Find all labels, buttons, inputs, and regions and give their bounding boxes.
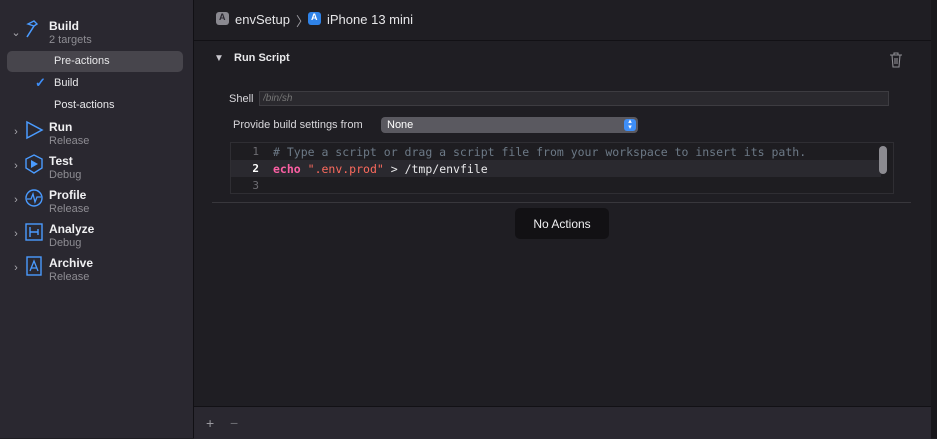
chevron-down-icon[interactable]: ▼ xyxy=(214,53,224,64)
code-rest: > /tmp/envfile xyxy=(383,162,488,176)
scheme-editor-pane: envSetup 〉 iPhone 13 mini ▼ Run Script S… xyxy=(194,0,931,439)
divider xyxy=(212,202,911,203)
bottom-toolbar: + − xyxy=(194,406,931,439)
scheme-title: Archive xyxy=(49,256,94,270)
profile-gauge-icon xyxy=(25,189,43,207)
checkmark-icon: ✓ xyxy=(35,75,46,90)
scheme-item-test[interactable]: › Test Debug xyxy=(0,154,193,188)
provide-build-settings-label: Provide build settings from xyxy=(233,119,363,131)
scheme-title: Analyze xyxy=(49,222,95,236)
chevron-right-icon[interactable]: › xyxy=(10,194,22,206)
sidebar-item-build[interactable]: ✓ Build xyxy=(7,73,183,94)
section-title: Run Script xyxy=(234,52,290,64)
line-number: 1 xyxy=(252,145,259,158)
scheme-subtitle: Release xyxy=(49,135,90,147)
scheme-subtitle: 2 targets xyxy=(49,34,92,46)
code-comment: # Type a script or drag a script file fr… xyxy=(273,145,807,159)
line-number: 2 xyxy=(252,162,259,175)
add-action-button[interactable]: + xyxy=(206,415,214,431)
scheme-subtitle: Debug xyxy=(49,237,82,249)
script-editor[interactable]: 1 # Type a script or drag a script file … xyxy=(230,142,894,194)
code-keyword: echo xyxy=(273,162,301,176)
code-line-current: 2 echo ".env.prod" > /tmp/envfile xyxy=(231,160,881,177)
shell-input[interactable] xyxy=(259,91,889,106)
scheme-title: Run xyxy=(49,120,73,134)
play-icon xyxy=(26,120,44,140)
chevron-down-icon[interactable]: ⌄ xyxy=(10,27,22,39)
remove-action-button[interactable]: − xyxy=(230,415,238,431)
scheme-item-build[interactable]: ⌄ Build 2 targets xyxy=(0,19,193,53)
code-line: 1 # Type a script or drag a script file … xyxy=(231,143,881,160)
sidebar-item-label: Pre-actions xyxy=(54,55,110,67)
trash-icon[interactable] xyxy=(889,52,903,68)
device-app-icon xyxy=(308,12,321,25)
analyze-icon xyxy=(25,223,43,241)
no-actions-label: No Actions xyxy=(515,208,609,239)
scheme-title: Profile xyxy=(49,188,87,202)
breadcrumb: envSetup 〉 iPhone 13 mini xyxy=(194,0,931,41)
editor-scrollbar[interactable] xyxy=(879,146,887,174)
scheme-item-run[interactable]: › Run Release xyxy=(0,120,193,154)
shell-label: Shell xyxy=(229,93,254,105)
breadcrumb-project[interactable]: envSetup xyxy=(235,12,290,27)
chevron-right-icon[interactable]: › xyxy=(10,126,22,138)
sidebar-item-pre-actions[interactable]: Pre-actions xyxy=(7,51,183,72)
scheme-subtitle: Release xyxy=(49,203,90,215)
scheme-item-profile[interactable]: › Profile Release xyxy=(0,188,193,222)
test-icon xyxy=(25,154,43,174)
code-string: ".env.prod" xyxy=(307,162,384,176)
sidebar-item-post-actions[interactable]: Post-actions xyxy=(7,95,183,116)
provide-build-settings-select[interactable]: None ▴ ▾ xyxy=(381,117,638,133)
code-line: 3 xyxy=(231,177,881,193)
chevron-right-icon[interactable]: › xyxy=(10,160,22,172)
code-text: echo ".env.prod" > /tmp/envfile xyxy=(273,162,488,176)
scheme-item-archive[interactable]: › Archive Release xyxy=(0,256,193,290)
no-actions-text: No Actions xyxy=(533,217,591,231)
sidebar-item-label: Post-actions xyxy=(54,99,115,111)
chevron-right-icon[interactable]: › xyxy=(10,228,22,240)
hammer-icon xyxy=(26,20,39,38)
up-down-chevron-icon: ▴ ▾ xyxy=(624,118,636,131)
window-scrollbar[interactable] xyxy=(931,0,937,438)
scheme-title: Build xyxy=(49,19,79,33)
select-value: None xyxy=(387,119,414,131)
scheme-title: Test xyxy=(49,154,73,168)
scheme-item-analyze[interactable]: › Analyze Debug xyxy=(0,222,193,256)
scheme-subtitle: Release xyxy=(49,271,90,283)
chevron-right-icon[interactable]: › xyxy=(10,262,22,274)
scheme-sidebar: ⌄ Build 2 targets Pre-actions ✓ Build Po… xyxy=(0,0,194,438)
line-number: 3 xyxy=(252,179,259,192)
breadcrumb-device[interactable]: iPhone 13 mini xyxy=(327,12,413,27)
scheme-subtitle: Debug xyxy=(49,169,82,181)
archive-icon xyxy=(26,256,42,276)
sidebar-item-label: Build xyxy=(54,77,79,89)
app-icon xyxy=(216,12,229,25)
